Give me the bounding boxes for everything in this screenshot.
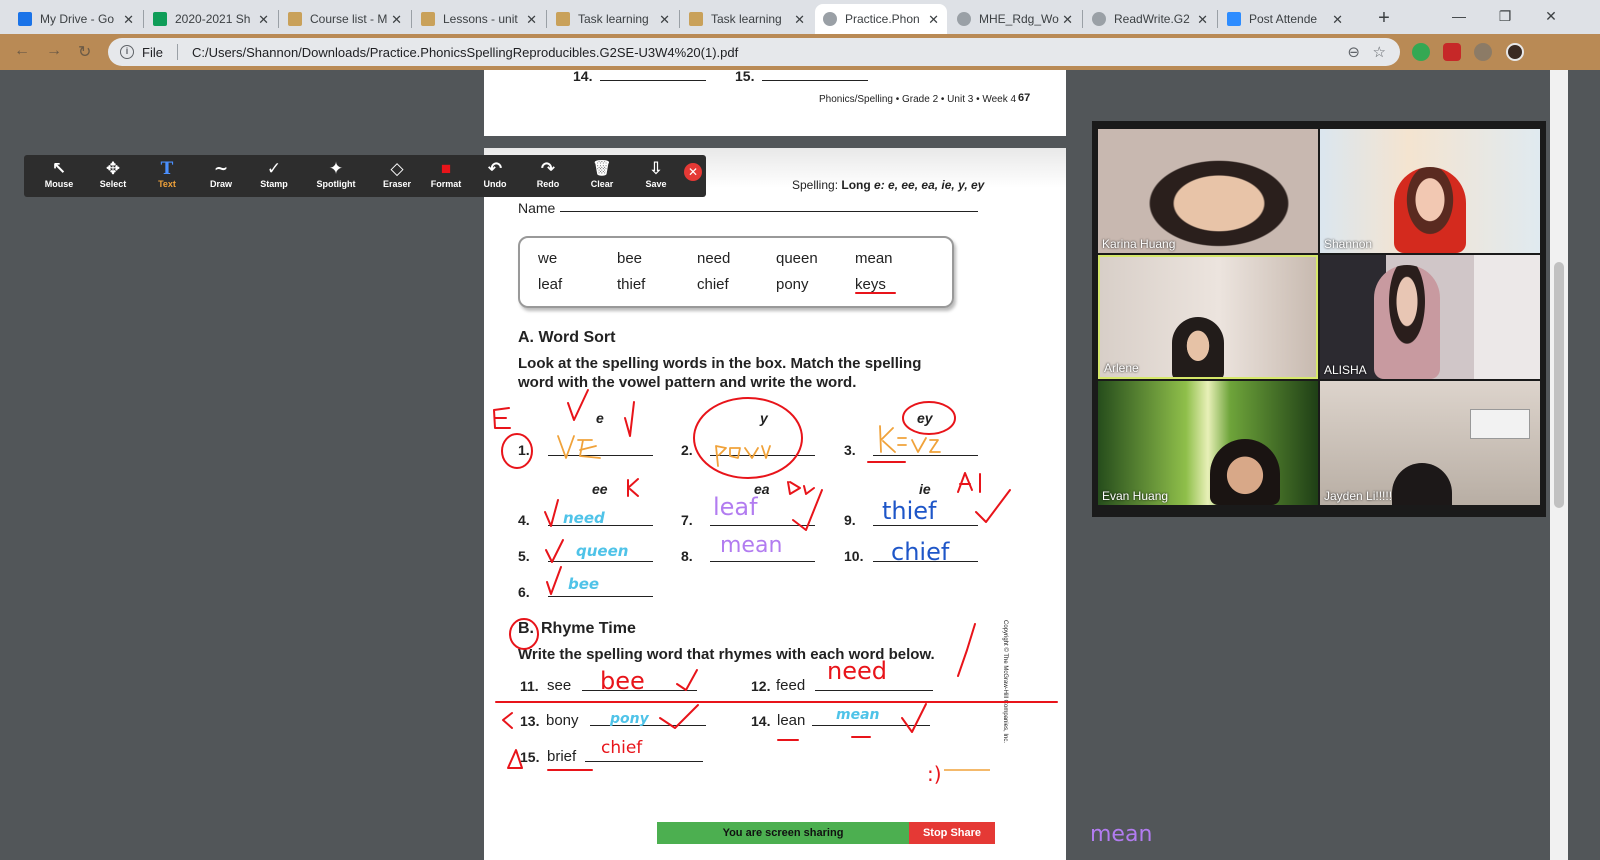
check-mark-e (567, 389, 589, 421)
check-q4 (544, 499, 559, 527)
video-tile-jayden[interactable]: Jayden Li!!!!! (1320, 381, 1540, 505)
circle-b (509, 618, 539, 650)
video-tile-arlene[interactable]: Arlene (1098, 255, 1318, 379)
circle-y-answer (693, 397, 803, 479)
redo-tool[interactable]: ↷ Redo (527, 155, 569, 197)
sharing-status[interactable]: You are screen sharing (657, 822, 909, 844)
check-q13 (659, 704, 699, 729)
check-q5 (545, 539, 564, 563)
stamp-tool[interactable]: ✓ Stamp (253, 155, 295, 197)
check-q12 (957, 623, 976, 677)
pdf-scrollbar[interactable] (1550, 70, 1568, 860)
spotlight-tool[interactable]: ✦ Spotlight (308, 155, 364, 197)
circle-ey (902, 401, 956, 435)
circle-q1 (501, 433, 533, 469)
undo-icon: ↶ (487, 159, 503, 178)
stop-share-label: Stop Share (922, 827, 982, 839)
check-q11 (676, 669, 698, 691)
participant-name: ALISHA (1324, 363, 1367, 377)
save-icon: ⇩ (648, 159, 664, 178)
text-tool[interactable]: T Text (146, 155, 188, 197)
clear-tool[interactable]: 🗑 Clear (581, 155, 623, 197)
participant-name: Jayden Li!!!!! (1324, 489, 1393, 503)
handwritten-k (627, 478, 639, 497)
check-q6 (546, 566, 562, 595)
check-q9 (975, 489, 1011, 523)
scribble-we (557, 435, 601, 459)
check-mark-e2 (624, 401, 635, 437)
eraser-tool[interactable]: ◇ Eraser (376, 155, 418, 197)
participant-name: Shannon (1324, 237, 1373, 251)
video-tile-evan[interactable]: Evan Huang (1098, 381, 1318, 505)
handwritten-k2 (502, 712, 513, 729)
video-tile-shannon[interactable]: Shannon (1320, 129, 1540, 253)
close-annotation-icon[interactable]: ✕ (684, 163, 702, 181)
undo-tool[interactable]: ↶ Undo (474, 155, 516, 197)
redo-icon: ↷ (540, 159, 556, 178)
draw-icon: ∼ (213, 159, 229, 178)
handwritten-dr (787, 481, 815, 495)
video-gallery: Karina Huang Shannon Arlene ALISHA Evan … (1092, 121, 1546, 517)
triangle-mark (507, 749, 523, 769)
video-tile-alisha[interactable]: ALISHA (1320, 255, 1540, 379)
mouse-icon: ↖ (51, 159, 67, 178)
participant-name: Karina Huang (1102, 237, 1176, 251)
screen-share-bar: You are screen sharing Stop Share (657, 822, 995, 844)
zoom-annotation-toolbar: ↖ Mouse ✥ Select T Text ∼ Draw ✓ Stamp ✦ Spotl… (24, 155, 706, 197)
handwritten-e (493, 407, 511, 429)
format-icon: ■ (440, 159, 452, 178)
participant-name: Evan Huang (1102, 489, 1169, 503)
check-q14 (901, 703, 927, 733)
text-icon: T (160, 159, 174, 179)
scrollbar-thumb[interactable] (1554, 262, 1564, 508)
select-icon: ✥ (105, 159, 121, 178)
video-tile-karina[interactable]: Karina Huang (1098, 129, 1318, 253)
underline-marks (547, 461, 906, 771)
spotlight-icon: ✦ (328, 159, 344, 178)
sharing-status-label: You are screen sharing (722, 827, 844, 839)
stop-share-button[interactable]: Stop Share (909, 822, 995, 844)
participant-name: Arlene (1104, 361, 1139, 375)
trash-icon: 🗑 (592, 160, 612, 177)
mouse-tool[interactable]: ↖ Mouse (38, 155, 80, 197)
eraser-icon: ◇ (390, 159, 404, 178)
save-tool[interactable]: ⇩ Save (635, 155, 677, 197)
format-tool[interactable]: ■ Format (425, 155, 467, 197)
check-q7 (792, 489, 823, 531)
select-tool[interactable]: ✥ Select (92, 155, 134, 197)
stamp-icon: ✓ (266, 159, 282, 178)
draw-tool[interactable]: ∼ Draw (200, 155, 242, 197)
stray-mean-text: mean (1090, 822, 1153, 847)
handwritten-ai (957, 472, 981, 493)
scribble-pony (715, 445, 771, 467)
